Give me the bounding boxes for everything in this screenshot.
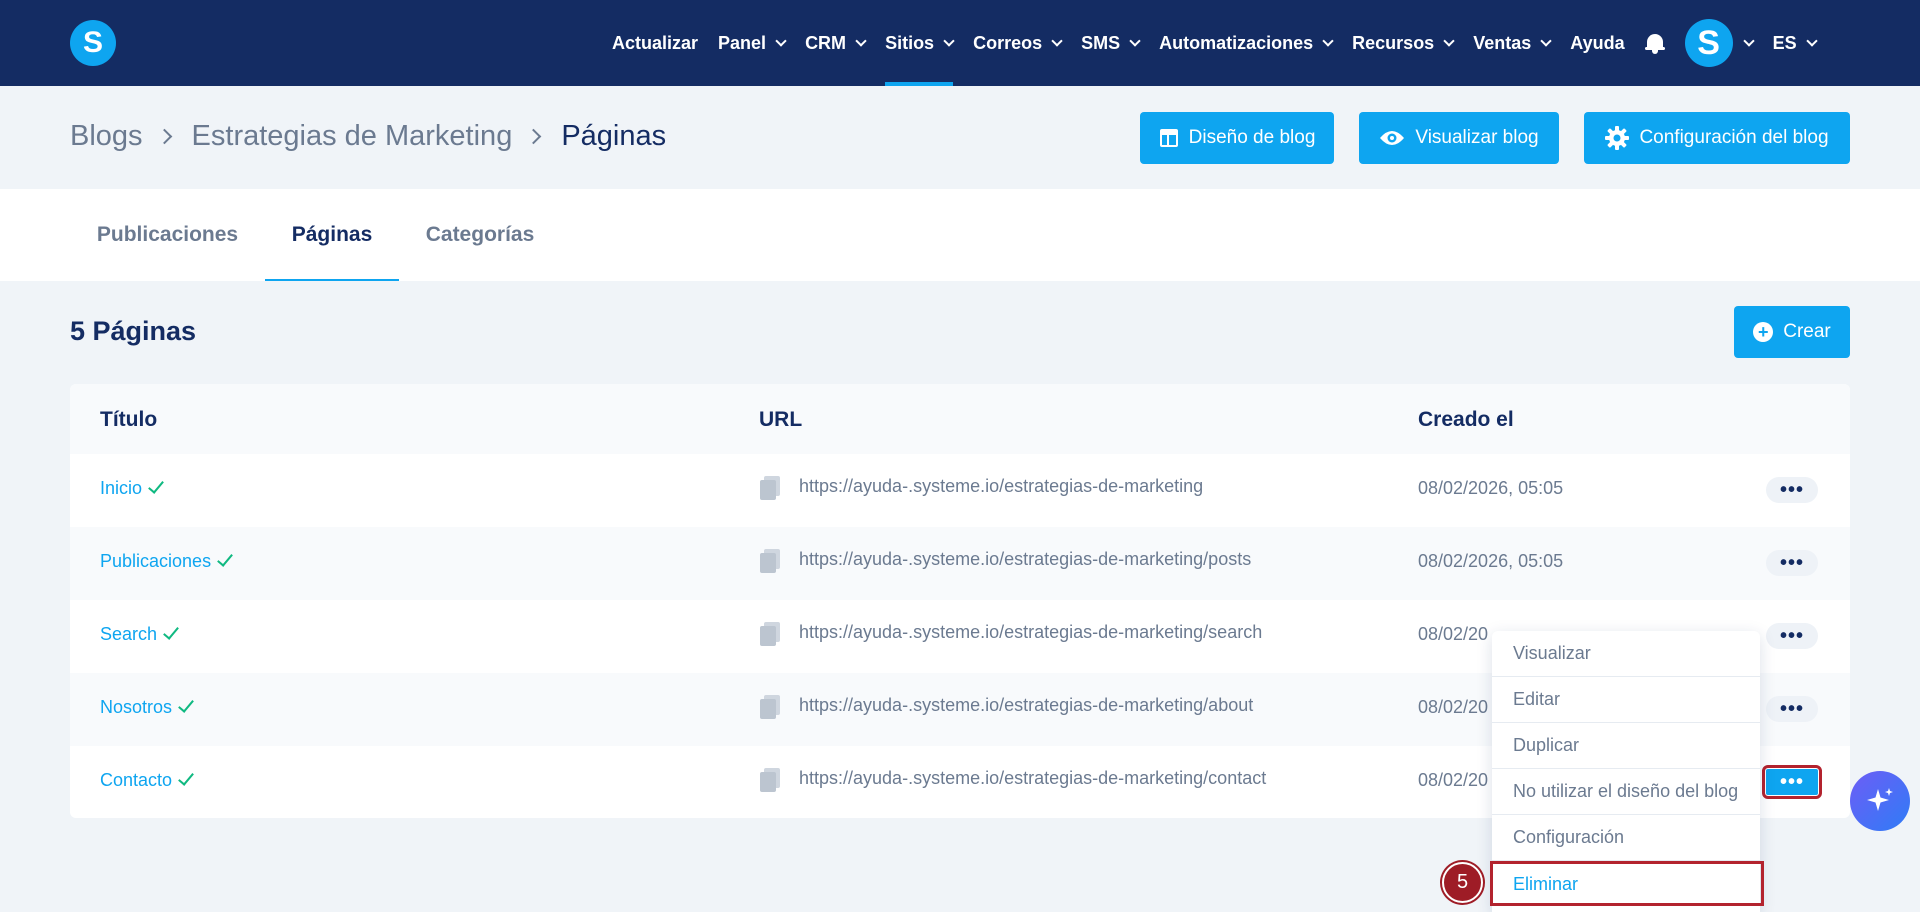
language-selector[interactable]: ES: [1773, 0, 1818, 86]
view-blog-label: Visualizar blog: [1415, 127, 1539, 148]
created-date: 08/02/2026, 05:05: [1418, 478, 1564, 498]
step-highlight-box: [1490, 861, 1764, 906]
chevron-down-icon: [1540, 34, 1552, 47]
menu-item-visualizar[interactable]: Visualizar: [1492, 631, 1760, 677]
page-title-link[interactable]: Search: [100, 623, 179, 645]
menu-item-duplicar[interactable]: Duplicar: [1492, 723, 1760, 769]
create-label: Crear: [1783, 321, 1831, 342]
chevron-down-icon[interactable]: [1742, 34, 1755, 47]
nav-item-crm[interactable]: CRM: [805, 0, 867, 86]
nav-item-recursos[interactable]: Recursos: [1352, 0, 1455, 86]
pages-count-title: 5 Páginas: [70, 316, 197, 346]
ai-assistant-button[interactable]: [1850, 771, 1910, 831]
check-icon: [178, 696, 194, 713]
created-date: 08/02/20: [1418, 697, 1489, 717]
chevron-down-icon: [775, 34, 787, 47]
copy-icon[interactable]: [760, 695, 780, 719]
more-options-button[interactable]: •••: [1766, 477, 1818, 503]
chevron-down-icon: [1129, 34, 1141, 47]
copy-icon[interactable]: [760, 476, 780, 500]
nav-item-automatizaciones[interactable]: Automatizaciones: [1159, 0, 1334, 86]
copy-icon[interactable]: [760, 622, 780, 646]
check-icon: [217, 550, 233, 567]
more-options-button[interactable]: •••: [1766, 550, 1818, 576]
table-row: Inicio https://ayuda-.systeme.io/estrate…: [70, 454, 1850, 527]
systeme-logo[interactable]: S: [70, 20, 116, 66]
avatar[interactable]: S: [1684, 19, 1733, 67]
check-icon: [163, 623, 179, 640]
chevron-down-icon: [855, 34, 867, 47]
column-created: Creado el: [1418, 408, 1514, 431]
chevron-down-icon: [1443, 34, 1455, 47]
blog-settings-label: Configuración del blog: [1639, 127, 1829, 148]
check-icon: [178, 769, 194, 786]
chevron-down-icon: [1805, 34, 1818, 47]
more-options-button-active[interactable]: •••: [1762, 765, 1822, 799]
create-button[interactable]: + Crear: [1734, 306, 1850, 358]
tab-paginas[interactable]: Páginas: [265, 189, 399, 281]
page-title-link[interactable]: Nosotros: [100, 696, 194, 718]
top-navbar: S Actualizar Panel CRM Sitios Correos SM…: [0, 0, 1920, 86]
chevron-down-icon: [1322, 34, 1334, 47]
tab-publicaciones[interactable]: Publicaciones: [70, 189, 265, 281]
chevron-down-icon: [1051, 34, 1063, 47]
created-date: 08/02/20: [1418, 624, 1489, 644]
nav-item-panel[interactable]: Panel: [718, 0, 787, 86]
nav-item-sms[interactable]: SMS: [1081, 0, 1141, 86]
sparkle-icon: [1867, 788, 1893, 811]
breadcrumb-blog-name[interactable]: Estrategias de Marketing: [192, 120, 513, 153]
menu-item-configuracion[interactable]: Configuración: [1492, 815, 1760, 861]
chevron-right-icon: [156, 128, 172, 145]
plus-circle-icon: +: [1753, 322, 1774, 342]
chevron-down-icon: [943, 34, 955, 47]
step-number-badge: 5: [1442, 862, 1483, 903]
menu-item-editar[interactable]: Editar: [1492, 677, 1760, 723]
created-date: 08/02/20: [1418, 770, 1489, 790]
created-date: 08/02/2026, 05:05: [1418, 551, 1564, 571]
more-options-button[interactable]: •••: [1766, 696, 1818, 722]
main-nav: Actualizar Panel CRM Sitios Correos SMS …: [612, 0, 1836, 86]
blog-design-label: Diseño de blog: [1188, 127, 1316, 148]
column-url: URL: [759, 408, 803, 431]
page-title-link[interactable]: Publicaciones: [100, 550, 233, 572]
layout-icon: [1159, 128, 1179, 148]
nav-item-actualizar[interactable]: Actualizar: [612, 0, 698, 86]
tab-categorias[interactable]: Categorías: [399, 189, 561, 281]
more-options-button[interactable]: •••: [1766, 623, 1818, 649]
page-url: https://ayuda-.systeme.io/estrategias-de…: [799, 695, 1254, 715]
blog-design-button[interactable]: Diseño de blog: [1140, 112, 1334, 164]
nav-item-ventas[interactable]: Ventas: [1473, 0, 1552, 86]
nav-item-sitios[interactable]: Sitios: [885, 0, 955, 86]
column-title: Título: [100, 408, 158, 431]
chevron-right-icon: [526, 128, 542, 145]
view-blog-button[interactable]: Visualizar blog: [1359, 112, 1559, 164]
menu-item-no-blog-design[interactable]: No utilizar el diseño del blog: [1492, 769, 1760, 815]
page-url: https://ayuda-.systeme.io/estrategias-de…: [799, 549, 1252, 569]
tabs-bar: Publicaciones Páginas Categorías: [0, 189, 1920, 281]
breadcrumb-current: Páginas: [561, 120, 667, 152]
table-row: Publicaciones https://ayuda-.systeme.io/…: [70, 527, 1850, 600]
bell-icon[interactable]: [1644, 32, 1665, 54]
check-icon: [148, 477, 164, 494]
eye-icon: [1379, 129, 1405, 147]
table-header: Título URL Creado el: [70, 384, 1850, 454]
page-title-link[interactable]: Inicio: [100, 477, 164, 499]
nav-item-ayuda[interactable]: Ayuda: [1570, 0, 1624, 86]
blog-settings-button[interactable]: Configuración del blog: [1584, 112, 1850, 164]
page-title-link[interactable]: Contacto: [100, 769, 194, 791]
page-url: https://ayuda-.systeme.io/estrategias-de…: [799, 768, 1267, 788]
breadcrumb: Blogs Estrategias de Marketing Páginas: [70, 120, 666, 153]
page-header: Blogs Estrategias de Marketing Páginas D…: [0, 86, 1920, 189]
gear-icon: [1605, 126, 1630, 150]
copy-icon[interactable]: [760, 768, 780, 792]
page-url: https://ayuda-.systeme.io/estrategias-de…: [799, 622, 1263, 642]
breadcrumb-blogs[interactable]: Blogs: [70, 120, 143, 153]
page-url: https://ayuda-.systeme.io/estrategias-de…: [799, 476, 1204, 496]
copy-icon[interactable]: [760, 549, 780, 573]
nav-item-correos[interactable]: Correos: [973, 0, 1063, 86]
